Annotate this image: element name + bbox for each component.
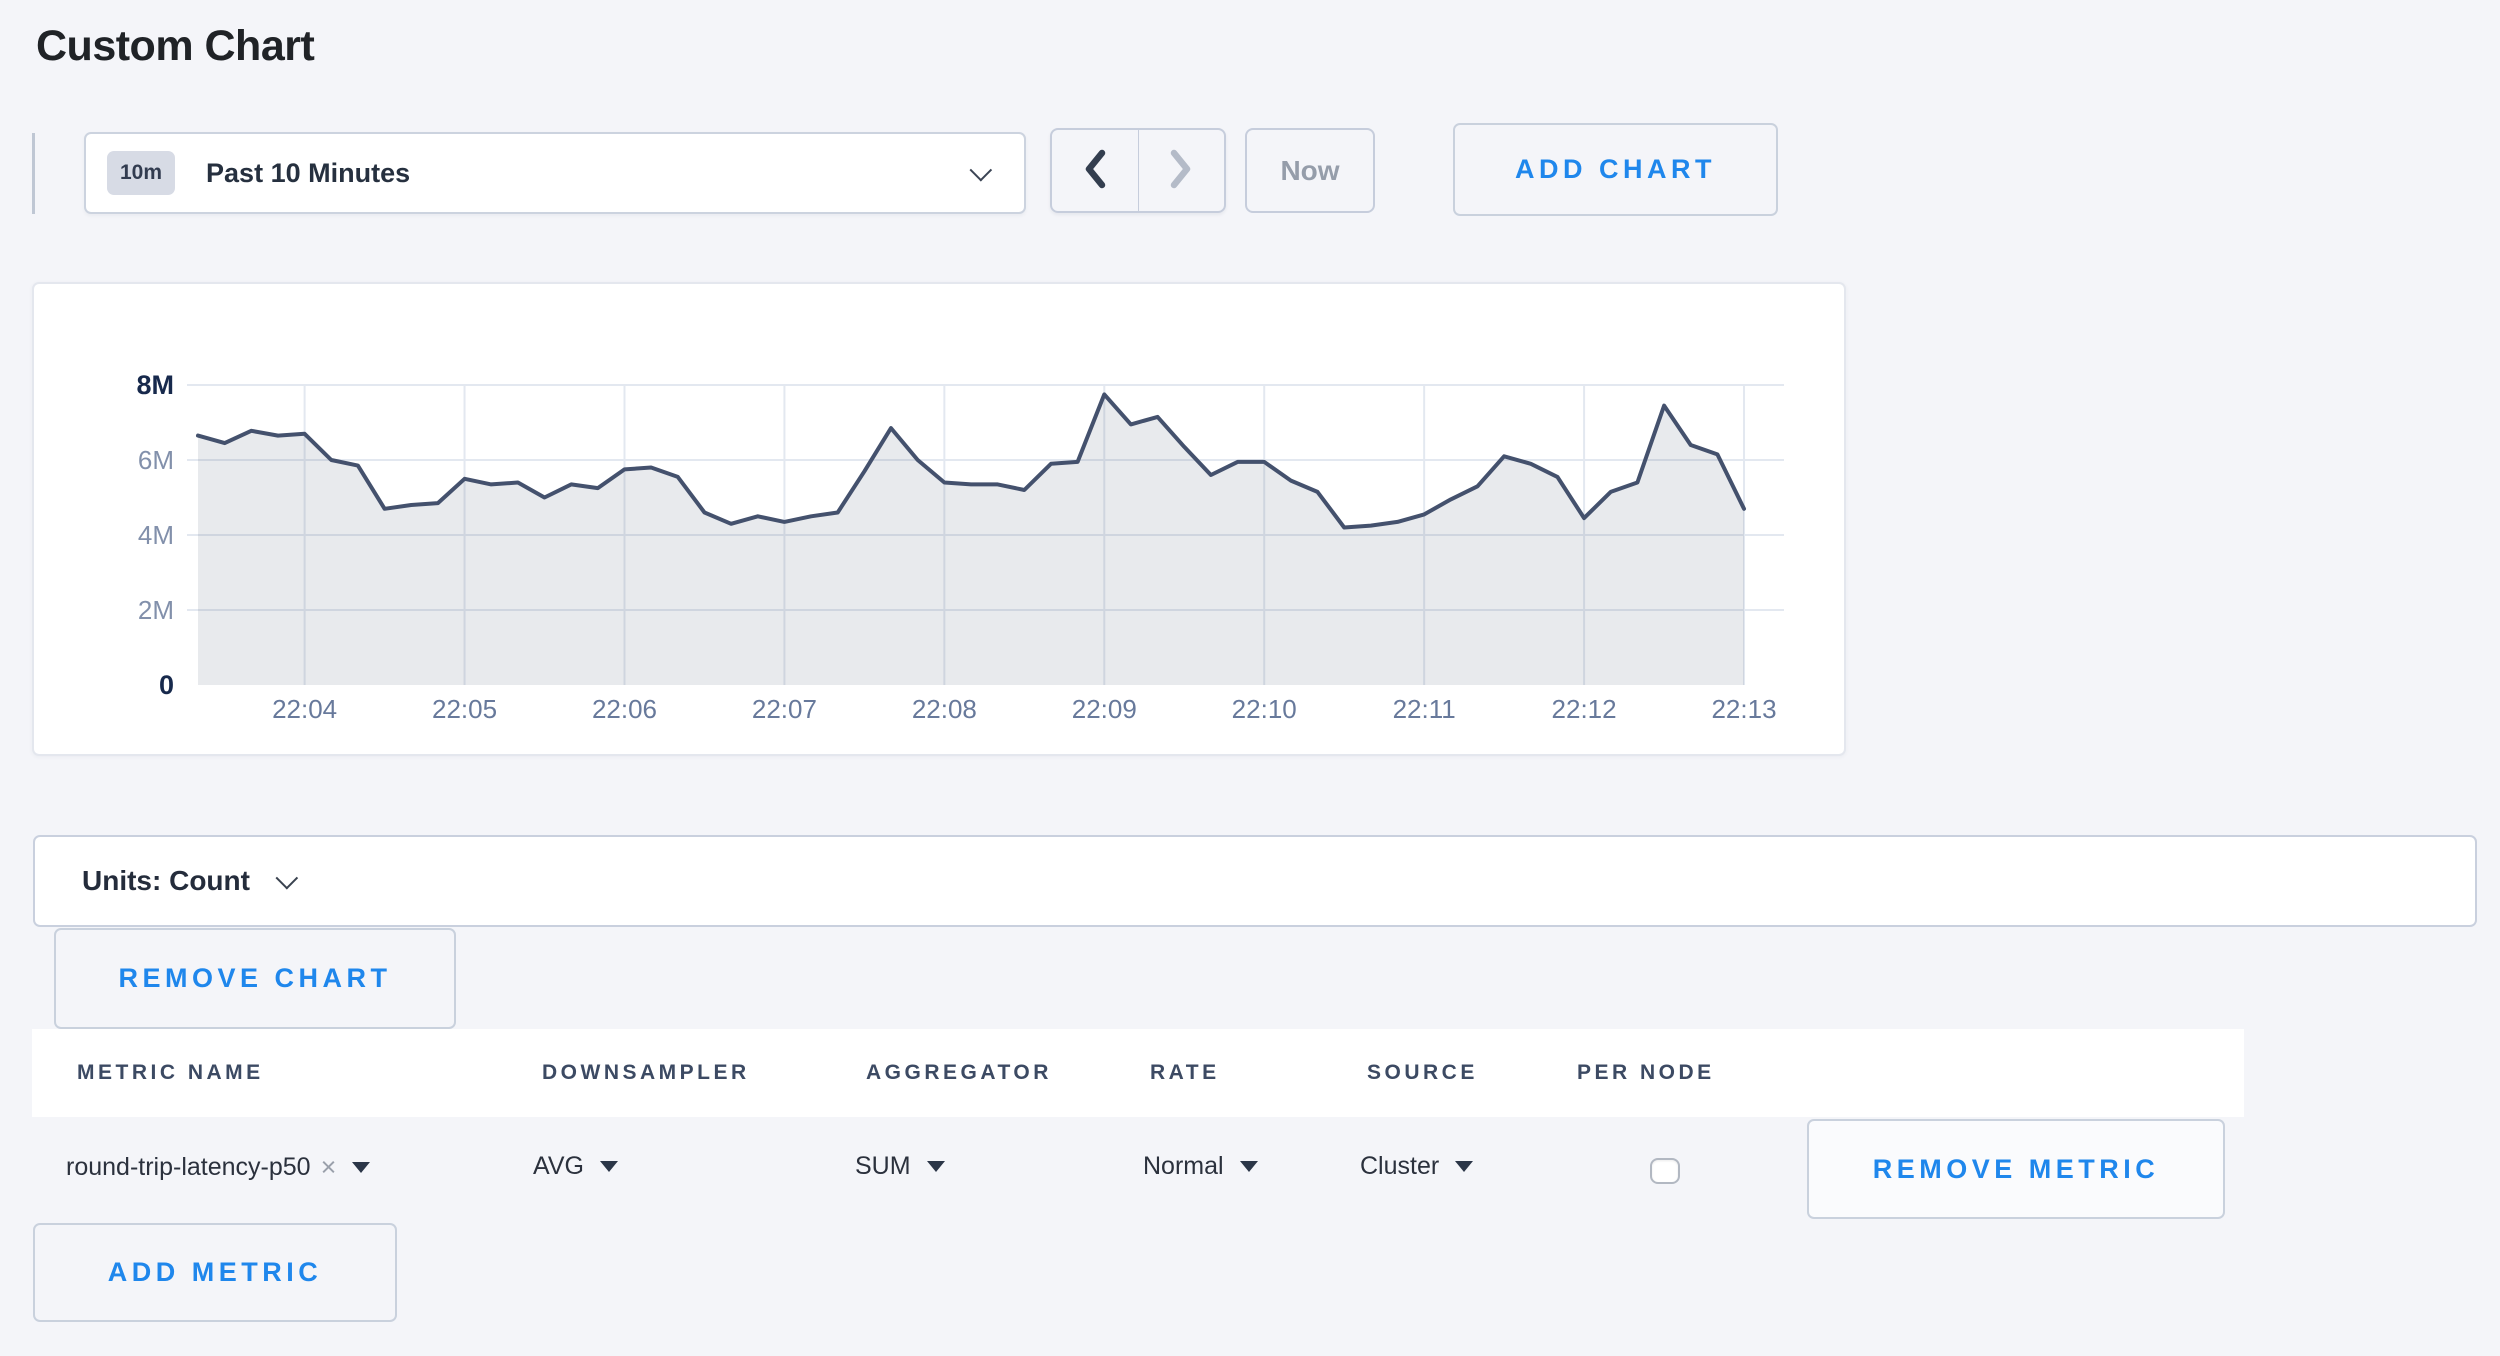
svg-text:22:08: 22:08 [912,694,977,724]
column-header-metric-name: METRIC NAME [77,1061,264,1085]
rate-dropdown[interactable]: Normal [1143,1152,1258,1181]
chevron-down-icon [275,867,298,890]
svg-text:8M: 8M [136,370,174,400]
toolbar-accent-line [32,133,35,214]
chevron-left-icon [1081,148,1109,193]
svg-text:22:10: 22:10 [1232,694,1297,724]
caret-down-icon [600,1161,618,1172]
remove-chart-button[interactable]: REMOVE CHART [54,928,456,1029]
time-range-dropdown[interactable]: 10m Past 10 Minutes [84,132,1026,214]
page-title: Custom Chart [36,22,314,71]
column-header-per-node: PER NODE [1577,1061,1715,1085]
column-header-source: SOURCE [1367,1061,1478,1085]
column-header-rate: RATE [1150,1061,1220,1085]
caret-down-icon [352,1162,370,1173]
svg-text:22:04: 22:04 [272,694,337,724]
svg-text:2M: 2M [138,595,174,625]
svg-text:4M: 4M [138,520,174,550]
aggregator-dropdown[interactable]: SUM [855,1152,945,1181]
metrics-table-header: METRIC NAME DOWNSAMPLER AGGREGATOR RATE … [32,1029,2244,1117]
add-chart-button[interactable]: ADD CHART [1453,123,1778,216]
chart-card: 0 2M 4M 6M 8M 22:04 22:05 22:06 22:07 22:08 22:09 2… [32,282,1846,756]
svg-text:22:05: 22:05 [432,694,497,724]
caret-down-icon [1455,1161,1473,1172]
column-header-downsampler: DOWNSAMPLER [542,1061,750,1085]
metric-name-value: round-trip-latency-p50 [66,1153,311,1182]
source-value: Cluster [1360,1152,1439,1181]
caret-down-icon [1240,1161,1258,1172]
svg-text:0: 0 [159,670,174,700]
custom-chart-page: Custom Chart 10m Past 10 Minutes Now ADD… [0,0,2500,1356]
prev-time-button[interactable] [1052,130,1139,211]
downsampler-value: AVG [533,1152,584,1181]
remove-metric-button[interactable]: REMOVE METRIC [1807,1119,2225,1219]
svg-text:22:09: 22:09 [1072,694,1137,724]
timeseries-chart[interactable]: 0 2M 4M 6M 8M 22:04 22:05 22:06 22:07 22:08 22:09 2… [34,284,1844,754]
source-dropdown[interactable]: Cluster [1360,1152,1473,1181]
svg-text:22:13: 22:13 [1711,694,1776,724]
add-metric-button[interactable]: ADD METRIC [33,1223,397,1322]
svg-text:22:11: 22:11 [1393,694,1456,724]
svg-text:22:06: 22:06 [592,694,657,724]
units-label: Units: Count [82,865,250,897]
time-range-badge: 10m [107,151,175,195]
clear-metric-icon[interactable]: × [321,1152,337,1183]
time-range-label: Past 10 Minutes [206,158,970,189]
downsampler-dropdown[interactable]: AVG [533,1152,618,1181]
aggregator-value: SUM [855,1152,911,1181]
rate-value: Normal [1143,1152,1224,1181]
time-nav-group [1050,128,1226,213]
now-button[interactable]: Now [1245,128,1375,213]
svg-text:22:07: 22:07 [752,694,817,724]
metric-name-dropdown[interactable]: round-trip-latency-p50 × [66,1152,370,1183]
units-dropdown[interactable]: Units: Count [33,835,2477,927]
chevron-right-icon [1167,148,1195,193]
svg-text:22:12: 22:12 [1552,694,1617,724]
next-time-button[interactable] [1139,130,1225,211]
svg-text:6M: 6M [138,445,174,475]
column-header-aggregator: AGGREGATOR [866,1061,1052,1085]
chevron-down-icon [970,159,993,182]
per-node-checkbox[interactable] [1650,1158,1680,1184]
caret-down-icon [927,1161,945,1172]
